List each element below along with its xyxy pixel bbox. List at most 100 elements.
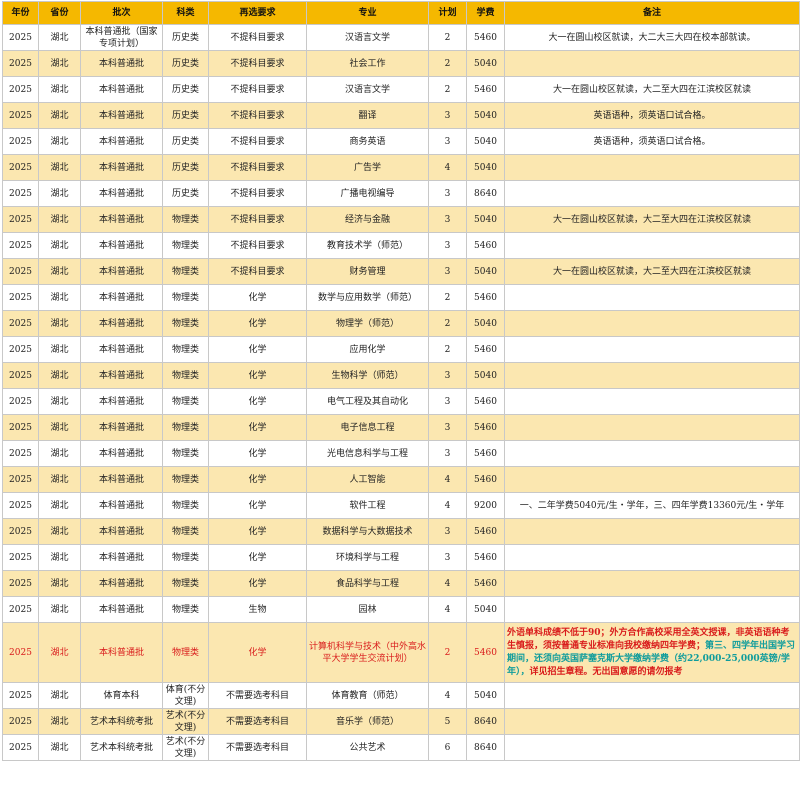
cell-batch: 艺术本科统考批 xyxy=(80,734,163,761)
cell-note xyxy=(504,708,800,735)
cell-subject-type: 物理类 xyxy=(162,362,209,389)
cell-year: 2025 xyxy=(2,310,39,337)
cell-batch: 本科普通批 xyxy=(80,440,163,467)
cell-note xyxy=(504,336,800,363)
cell-subject-type: 物理类 xyxy=(162,284,209,311)
cell-subject-type: 历史类 xyxy=(162,128,209,155)
cell-province: 湖北 xyxy=(38,128,81,155)
cell-province: 湖北 xyxy=(38,232,81,259)
cell-note: 英语语种，须英语口试合格。 xyxy=(504,102,800,129)
cell-batch: 本科普通批 xyxy=(80,414,163,441)
cell-batch: 本科普通批 xyxy=(80,622,163,683)
header-reselect: 再选要求 xyxy=(208,1,307,25)
cell-major: 软件工程 xyxy=(306,492,429,519)
cell-batch: 艺术本科统考批 xyxy=(80,708,163,735)
table-row: 2025 湖北 本科普通批 物理类 不提科目要求 财务管理 3 5040 大一在… xyxy=(2,258,800,285)
cell-major: 社会工作 xyxy=(306,50,429,77)
cell-plan: 3 xyxy=(428,258,467,285)
cell-tuition: 8640 xyxy=(466,734,505,761)
cell-note xyxy=(504,180,800,207)
cell-province: 湖北 xyxy=(38,258,81,285)
cell-subject-type: 历史类 xyxy=(162,180,209,207)
cell-batch: 本科普通批 xyxy=(80,76,163,103)
table-row: 2025 湖北 本科普通批 物理类 化学 电气工程及其自动化 3 5460 xyxy=(2,388,800,415)
cell-subject-type: 物理类 xyxy=(162,336,209,363)
cell-note xyxy=(504,362,800,389)
header-major: 专业 xyxy=(306,1,429,25)
cell-province: 湖北 xyxy=(38,24,81,51)
cell-province: 湖北 xyxy=(38,518,81,545)
cell-tuition: 8640 xyxy=(466,708,505,735)
table-row: 2025 湖北 本科普通批 物理类 化学 物理学（师范） 2 5040 xyxy=(2,310,800,337)
cell-reselect: 不需要选考科目 xyxy=(208,682,307,709)
cell-major: 翻译 xyxy=(306,102,429,129)
cell-note xyxy=(504,50,800,77)
cell-plan: 3 xyxy=(428,544,467,571)
cell-tuition: 5460 xyxy=(466,440,505,467)
cell-plan: 3 xyxy=(428,128,467,155)
cell-plan: 4 xyxy=(428,492,467,519)
table-row: 2025 湖北 本科普通批 物理类 不提科目要求 教育技术学（师范） 3 546… xyxy=(2,232,800,259)
table-row: 2025 湖北 本科普通批 物理类 化学 光电信息科学与工程 3 5460 xyxy=(2,440,800,467)
cell-note xyxy=(504,682,800,709)
cell-major: 数据科学与大数据技术 xyxy=(306,518,429,545)
cell-tuition: 5460 xyxy=(466,76,505,103)
cell-reselect: 化学 xyxy=(208,466,307,493)
cell-year: 2025 xyxy=(2,50,39,77)
cell-year: 2025 xyxy=(2,466,39,493)
cell-batch: 本科普通批 xyxy=(80,466,163,493)
cell-note: 大一在圆山校区就读，大二至大四在江滨校区就读 xyxy=(504,76,800,103)
cell-tuition: 5460 xyxy=(466,232,505,259)
cell-subject-type: 物理类 xyxy=(162,258,209,285)
cell-province: 湖北 xyxy=(38,180,81,207)
cell-reselect: 化学 xyxy=(208,544,307,571)
cell-batch: 本科普通批 xyxy=(80,310,163,337)
cell-note xyxy=(504,596,800,623)
table-row: 2025 湖北 艺术本科统考批 艺术(不分文理) 不需要选考科目 公共艺术 6 … xyxy=(2,734,800,761)
table-row: 2025 湖北 本科普通批 历史类 不提科目要求 广播电视编导 3 8640 xyxy=(2,180,800,207)
cell-subject-type: 物理类 xyxy=(162,544,209,571)
cell-major: 教育技术学（师范） xyxy=(306,232,429,259)
cell-major: 电气工程及其自动化 xyxy=(306,388,429,415)
cell-subject-type: 历史类 xyxy=(162,24,209,51)
cell-year: 2025 xyxy=(2,492,39,519)
cell-plan: 4 xyxy=(428,466,467,493)
table-header-row: 年份 省份 批次 科类 再选要求 专业 计划 学费 备注 xyxy=(2,1,800,25)
cell-year: 2025 xyxy=(2,622,39,683)
cell-plan: 6 xyxy=(428,734,467,761)
cell-note: 一、二年学费5040元/生・学年，三、四年学费13360元/生・学年 xyxy=(504,492,800,519)
cell-tuition: 5460 xyxy=(466,388,505,415)
cell-tuition: 5040 xyxy=(466,258,505,285)
cell-note xyxy=(504,154,800,181)
cell-year: 2025 xyxy=(2,154,39,181)
cell-province: 湖北 xyxy=(38,544,81,571)
header-batch: 批次 xyxy=(80,1,163,25)
cell-batch: 本科普通批 xyxy=(80,362,163,389)
cell-province: 湖北 xyxy=(38,284,81,311)
cell-note xyxy=(504,570,800,597)
cell-reselect: 不提科目要求 xyxy=(208,128,307,155)
cell-year: 2025 xyxy=(2,180,39,207)
cell-tuition: 5460 xyxy=(466,414,505,441)
cell-plan: 2 xyxy=(428,336,467,363)
table-row: 2025 湖北 本科普通批 历史类 不提科目要求 翻译 3 5040 英语语种，… xyxy=(2,102,800,129)
cell-year: 2025 xyxy=(2,258,39,285)
cell-note xyxy=(504,388,800,415)
cell-year: 2025 xyxy=(2,24,39,51)
cell-major: 汉语言文学 xyxy=(306,76,429,103)
cell-plan: 2 xyxy=(428,24,467,51)
cell-plan: 2 xyxy=(428,50,467,77)
cell-major: 应用化学 xyxy=(306,336,429,363)
cell-major: 人工智能 xyxy=(306,466,429,493)
cell-tuition: 5040 xyxy=(466,128,505,155)
cell-major: 广播电视编导 xyxy=(306,180,429,207)
cell-reselect: 化学 xyxy=(208,414,307,441)
cell-tuition: 5460 xyxy=(466,544,505,571)
cell-note xyxy=(504,414,800,441)
cell-reselect: 化学 xyxy=(208,388,307,415)
cell-batch: 本科普通批 xyxy=(80,570,163,597)
table-row: 2025 湖北 本科普通批 物理类 化学 数据科学与大数据技术 3 5460 xyxy=(2,518,800,545)
table-row: 2025 湖北 本科普通批 历史类 不提科目要求 商务英语 3 5040 英语语… xyxy=(2,128,800,155)
cell-reselect: 生物 xyxy=(208,596,307,623)
cell-note xyxy=(504,310,800,337)
